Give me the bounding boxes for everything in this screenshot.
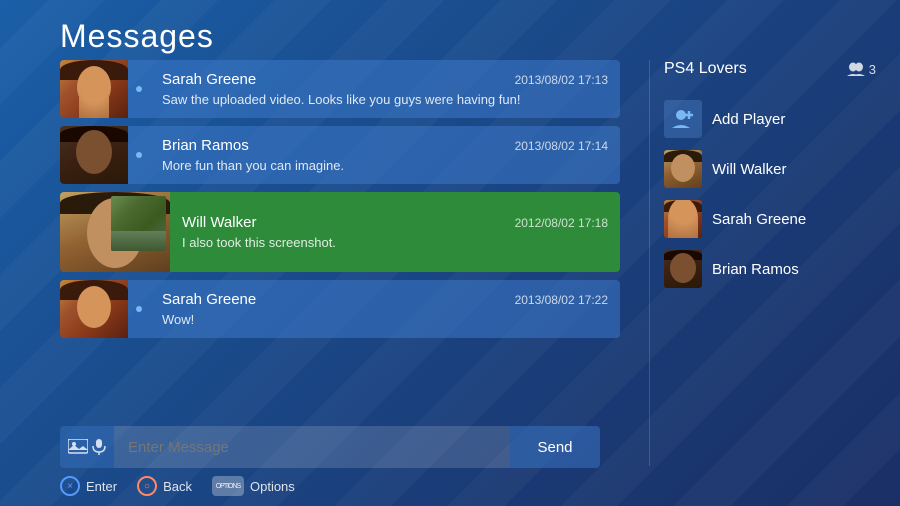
sidebar-avatar bbox=[664, 200, 702, 238]
sender-name: Will Walker bbox=[182, 214, 256, 231]
bottom-nav: × Enter ○ Back OPTIONS Options bbox=[60, 476, 295, 496]
media-icons bbox=[60, 426, 114, 468]
message-header: Will Walker 2012/08/02 17:18 bbox=[182, 214, 608, 231]
message-time: 2013/08/02 17:14 bbox=[515, 139, 608, 153]
avatar bbox=[60, 192, 170, 272]
message-time: 2013/08/02 17:22 bbox=[515, 293, 608, 307]
message-text: More fun than you can imagine. bbox=[162, 158, 608, 173]
avatar-face bbox=[671, 154, 695, 182]
message-header: Sarah Greene 2013/08/02 17:13 bbox=[162, 71, 608, 88]
screenshot-thumbnail bbox=[111, 196, 166, 251]
sidebar-member-will[interactable]: Will Walker bbox=[660, 144, 880, 194]
avatar-face bbox=[77, 286, 111, 328]
sidebar-member-sarah[interactable]: Sarah Greene bbox=[660, 194, 880, 244]
input-area: Send bbox=[60, 426, 600, 468]
send-button[interactable]: Send bbox=[510, 426, 600, 468]
audio-icon bbox=[92, 439, 106, 455]
sidebar-member-name: Brian Ramos bbox=[712, 261, 799, 278]
message-text: Wow! bbox=[162, 312, 608, 327]
add-player-icon bbox=[664, 100, 702, 138]
nav-enter-label: Enter bbox=[86, 479, 117, 494]
options-button-icon: OPTIONS bbox=[212, 476, 244, 496]
nav-back-label: Back bbox=[163, 479, 192, 494]
player-count-badge: 3 bbox=[847, 62, 876, 77]
nav-back: ○ Back bbox=[137, 476, 192, 496]
message-header: Brian Ramos 2013/08/02 17:14 bbox=[162, 137, 608, 154]
sidebar: PS4 Lovers 3 Add Player bbox=[660, 60, 880, 466]
avatar bbox=[60, 60, 128, 118]
nav-enter: × Enter bbox=[60, 476, 117, 496]
sidebar-header: PS4 Lovers 3 bbox=[660, 60, 880, 78]
message-content: Sarah Greene 2013/08/02 17:13 Saw the up… bbox=[150, 60, 620, 118]
unread-dot bbox=[136, 152, 142, 158]
message-content: Will Walker 2012/08/02 17:18 I also took… bbox=[170, 192, 620, 272]
sidebar-avatar bbox=[664, 250, 702, 288]
sidebar-member-name: Will Walker bbox=[712, 161, 786, 178]
x-button-icon: × bbox=[60, 476, 80, 496]
message-item[interactable]: Sarah Greene 2013/08/02 17:13 Saw the up… bbox=[60, 60, 620, 118]
message-item-selected[interactable]: Will Walker 2012/08/02 17:18 I also took… bbox=[60, 192, 620, 272]
unread-dot bbox=[136, 86, 142, 92]
avatar-face bbox=[77, 66, 111, 108]
avatar bbox=[60, 126, 128, 184]
message-time: 2013/08/02 17:13 bbox=[515, 73, 608, 87]
sidebar-avatar bbox=[664, 150, 702, 188]
add-player-item[interactable]: Add Player bbox=[660, 94, 880, 144]
message-content: Brian Ramos 2013/08/02 17:14 More fun th… bbox=[150, 126, 620, 184]
message-item[interactable]: Sarah Greene 2013/08/02 17:22 Wow! bbox=[60, 280, 620, 338]
sidebar-member-brian[interactable]: Brian Ramos bbox=[660, 244, 880, 294]
message-header: Sarah Greene 2013/08/02 17:22 bbox=[162, 291, 608, 308]
panel-divider bbox=[649, 60, 650, 466]
message-text: I also took this screenshot. bbox=[182, 235, 608, 250]
image-icon bbox=[68, 439, 88, 455]
messages-panel: Sarah Greene 2013/08/02 17:13 Saw the up… bbox=[60, 60, 620, 416]
avatar-face bbox=[670, 253, 696, 283]
nav-options-label: Options bbox=[250, 479, 295, 494]
sidebar-group-name: PS4 Lovers bbox=[664, 60, 747, 78]
player-count: 3 bbox=[869, 62, 876, 77]
circle-button-icon: ○ bbox=[137, 476, 157, 496]
page-title: Messages bbox=[60, 18, 214, 55]
unread-dot bbox=[136, 306, 142, 312]
sender-name: Sarah Greene bbox=[162, 291, 256, 308]
avatar bbox=[60, 280, 128, 338]
sender-name: Brian Ramos bbox=[162, 137, 249, 154]
sidebar-member-name: Sarah Greene bbox=[712, 211, 806, 228]
avatar-hair bbox=[664, 200, 702, 212]
message-input[interactable] bbox=[114, 426, 510, 468]
avatar-face bbox=[76, 130, 112, 174]
message-item[interactable]: Brian Ramos 2013/08/02 17:14 More fun th… bbox=[60, 126, 620, 184]
avatar-face bbox=[671, 204, 695, 232]
nav-options: OPTIONS Options bbox=[212, 476, 295, 496]
message-content: Sarah Greene 2013/08/02 17:22 Wow! bbox=[150, 280, 620, 338]
message-text: Saw the uploaded video. Looks like you g… bbox=[162, 92, 608, 107]
message-time: 2012/08/02 17:18 bbox=[515, 216, 608, 230]
add-player-label: Add Player bbox=[712, 111, 785, 128]
sender-name: Sarah Greene bbox=[162, 71, 256, 88]
